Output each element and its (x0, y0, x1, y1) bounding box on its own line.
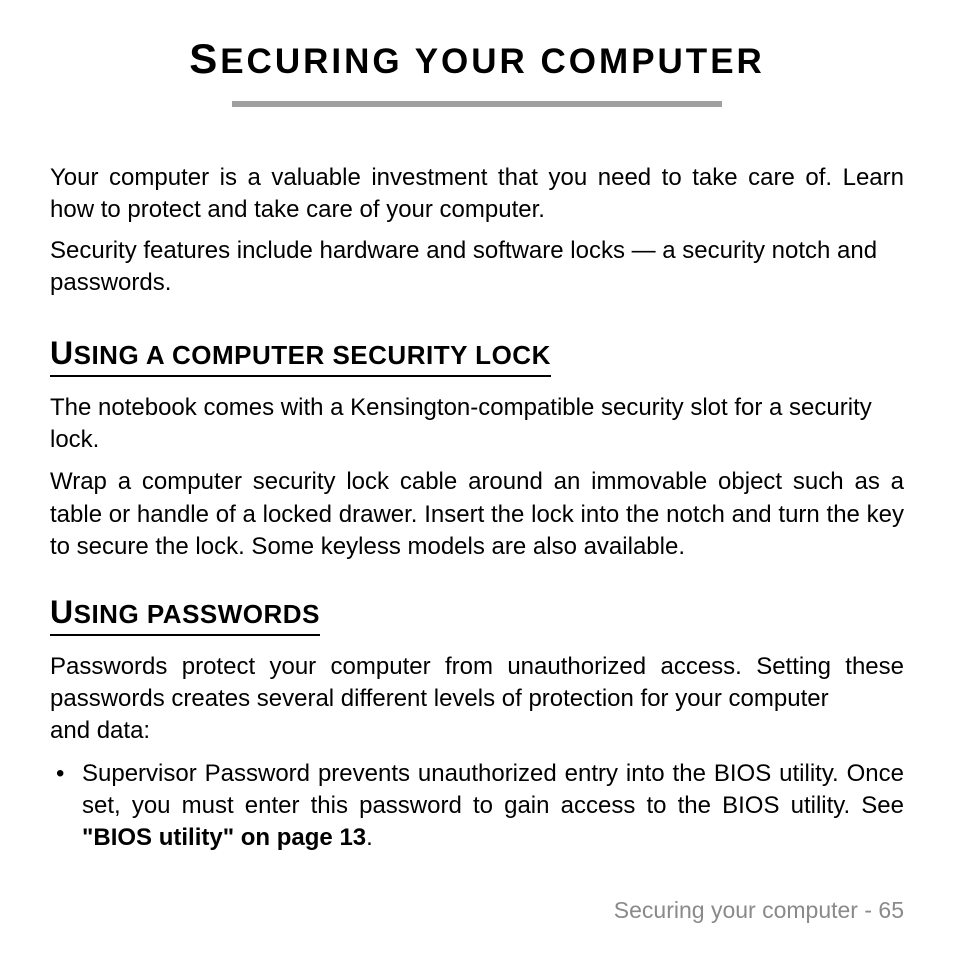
section-security-lock: USING A COMPUTER SECURITY LOCK The noteb… (50, 335, 904, 564)
bullet-text-post: . (366, 824, 373, 851)
page-title: SECURING YOUR COMPUTER (50, 35, 904, 83)
passwords-paragraph-1b: and data: (50, 715, 904, 747)
section-heading-lock: USING A COMPUTER SECURITY LOCK (50, 335, 551, 377)
intro-paragraph-1: Your computer is a valuable investment t… (50, 162, 904, 227)
bullet-text-pre: Supervisor Password prevents unauthorize… (82, 760, 904, 819)
heading-lock-cap: U (50, 335, 74, 371)
heading-pass-cap: U (50, 594, 74, 630)
section-heading-passwords: USING PASSWORDS (50, 594, 320, 636)
page-title-rest: ECURING YOUR COMPUTER (220, 42, 765, 81)
passwords-bullet-list: Supervisor Password prevents unauthorize… (50, 758, 904, 855)
heading-lock-rest: SING A COMPUTER SECURITY LOCK (74, 340, 551, 370)
page-footer: Securing your computer - 65 (614, 897, 904, 924)
bullet-text-bold: "BIOS utility" on page 13 (82, 824, 366, 851)
passwords-paragraph-1a: Passwords protect your computer from una… (50, 651, 904, 716)
bullet-supervisor: Supervisor Password prevents unauthorize… (50, 758, 904, 855)
intro-paragraph-2: Security features include hardware and s… (50, 235, 904, 300)
heading-pass-rest: SING PASSWORDS (74, 599, 320, 629)
lock-paragraph-1: The notebook comes with a Kensington-com… (50, 392, 904, 457)
lock-paragraph-2: Wrap a computer security lock cable arou… (50, 466, 904, 563)
title-divider (232, 101, 722, 107)
section-passwords: USING PASSWORDS Passwords protect your c… (50, 594, 904, 855)
page-title-cap: S (189, 35, 220, 82)
